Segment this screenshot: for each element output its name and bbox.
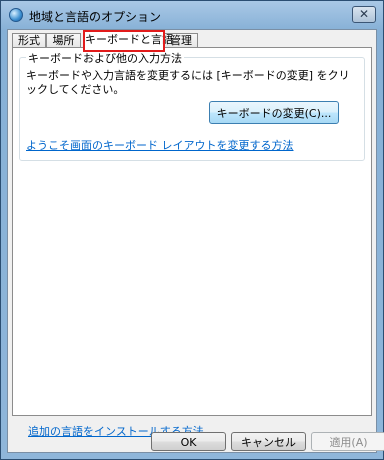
tab-highlight-box — [83, 30, 165, 52]
tab-panel: キーボードおよび他の入力方法 キーボードや入力言語を変更するには [キーボードの… — [12, 47, 372, 438]
welcome-screen-layout-link[interactable]: ようこそ画面のキーボード レイアウトを変更する方法 — [26, 137, 294, 153]
close-icon: ✕ — [358, 7, 370, 21]
keyboard-input-groupbox: キーボードおよび他の入力方法 キーボードや入力言語を変更するには [キーボードの… — [19, 50, 365, 161]
apply-button[interactable]: 適用(A) — [311, 432, 384, 451]
globe-icon — [9, 8, 23, 22]
cancel-button[interactable]: キャンセル — [231, 432, 306, 451]
group-description: キーボードや入力言語を変更するには [キーボードの変更] をクリックしてください… — [26, 69, 350, 96]
dialog-window: 地域と言語のオプション ✕ 形式 場所 キーボードと言語 管理 キーボードおよび… — [0, 0, 384, 460]
group-title: キーボードおよび他の入力方法 — [26, 50, 184, 66]
change-keyboards-button[interactable]: キーボードの変更(C)... — [209, 101, 339, 124]
dialog-client-area: 形式 場所 キーボードと言語 管理 キーボードおよび他の入力方法 キーボードや入… — [7, 29, 384, 453]
window-title: 地域と言語のオプション — [29, 10, 162, 24]
ok-button[interactable]: OK — [151, 432, 226, 451]
close-button[interactable]: ✕ — [352, 6, 376, 23]
title-bar[interactable]: 地域と言語のオプション ✕ — [1, 1, 383, 29]
